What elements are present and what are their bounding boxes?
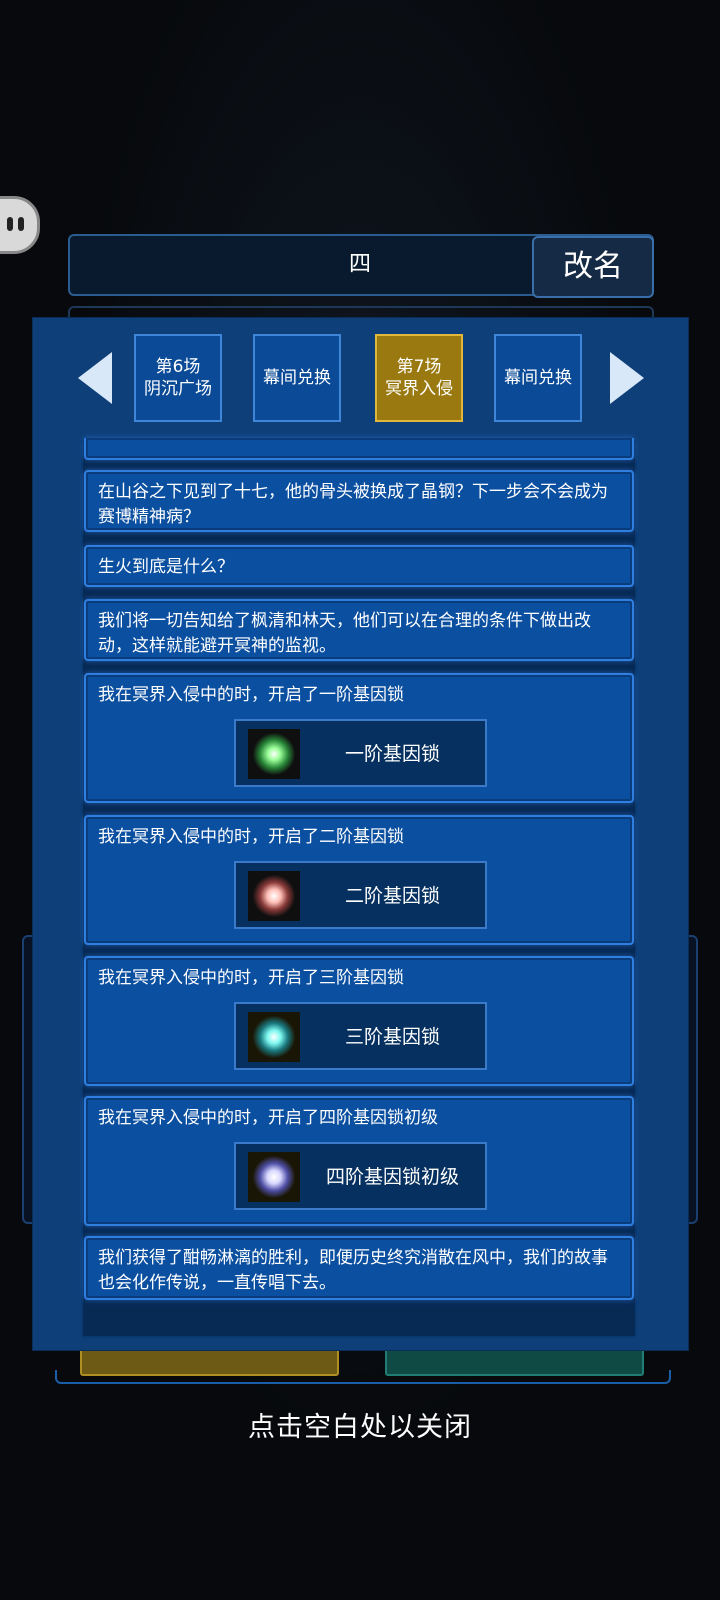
list-item: 生火到底是什么？ xyxy=(84,545,634,587)
entry-text: 我们获得了酣畅淋漓的胜利，即便历史终究消散在风中，我们的故事也会化作传说，一直传… xyxy=(98,1248,608,1293)
green-star-icon xyxy=(248,729,300,779)
rename-button[interactable]: 改名 xyxy=(532,236,654,298)
list-item: 我们获得了酣畅淋漓的胜利，即便历史终究消散在风中，我们的故事也会化作传说，一直传… xyxy=(84,1236,634,1300)
tab-scene-6[interactable]: 第6场 阴沉广场 xyxy=(134,334,222,422)
list-item-reward: 我在冥界入侵中的时，开启了二阶基因锁 二阶基因锁 xyxy=(84,815,634,945)
list-item: 我们将一切告知给了枫清和林天，他们可以在合理的条件下做出改动，这样就能避开冥神的… xyxy=(84,599,634,661)
entry-text: 我在冥界入侵中的时，开启了二阶基因锁 xyxy=(98,827,404,847)
tab-label: 第7场 冥界入侵 xyxy=(385,357,453,399)
prev-arrow-icon[interactable] xyxy=(78,352,112,404)
tab-intermission-exchange-2[interactable]: 幕间兑换 xyxy=(494,334,582,422)
reward-label: 四阶基因锁初级 xyxy=(325,1166,459,1188)
entry-text: 我在冥界入侵中的时，开启了四阶基因锁初级 xyxy=(98,1108,438,1128)
next-arrow-icon[interactable] xyxy=(610,352,644,404)
background-frame xyxy=(55,1370,671,1384)
cyan-star-icon xyxy=(248,1012,300,1062)
violet-star-icon xyxy=(248,1152,300,1202)
reward-item[interactable]: 四阶基因锁初级 xyxy=(234,1142,487,1210)
list-item-reward: 我在冥界入侵中的时，开启了四阶基因锁初级 四阶基因锁初级 xyxy=(84,1096,634,1226)
reward-label: 一阶基因锁 xyxy=(344,743,440,765)
list-item-partial xyxy=(84,438,634,460)
reward-item[interactable]: 二阶基因锁 xyxy=(234,861,487,929)
pink-star-icon xyxy=(248,871,300,921)
list-item: 在山谷之下见到了十七，他的骨头被换成了晶钢？下一步会不会成为赛博精神病？ xyxy=(84,470,634,532)
entry-text: 我在冥界入侵中的时，开启了三阶基因锁 xyxy=(98,968,404,988)
reward-label: 二阶基因锁 xyxy=(344,885,440,907)
tab-intermission-exchange-1[interactable]: 幕间兑换 xyxy=(253,334,341,422)
entry-text: 我们将一切告知给了枫清和林天，他们可以在合理的条件下做出改动，这样就能避开冥神的… xyxy=(98,611,591,656)
entry-text: 生火到底是什么？ xyxy=(98,557,234,577)
tab-label: 幕间兑换 xyxy=(263,368,331,388)
tab-label: 第6场 阴沉广场 xyxy=(144,357,212,399)
tab-scene-7[interactable]: 第7场 冥界入侵 xyxy=(375,334,463,422)
list-item-reward: 我在冥界入侵中的时，开启了一阶基因锁 一阶基因锁 xyxy=(84,673,634,803)
reward-label: 三阶基因锁 xyxy=(344,1026,440,1048)
entry-text: 在山谷之下见到了十七，他的骨头被换成了晶钢？下一步会不会成为赛博精神病？ xyxy=(98,482,608,527)
entry-text: 我在冥界入侵中的时，开启了一阶基因锁 xyxy=(98,685,404,705)
list-item-reward: 我在冥界入侵中的时，开启了三阶基因锁 三阶基因锁 xyxy=(84,956,634,1086)
tab-label: 幕间兑换 xyxy=(504,368,572,388)
close-hint[interactable]: 点击空白处以关闭 xyxy=(0,1405,720,1444)
reward-item[interactable]: 三阶基因锁 xyxy=(234,1002,487,1070)
reward-item[interactable]: 一阶基因锁 xyxy=(234,719,487,787)
